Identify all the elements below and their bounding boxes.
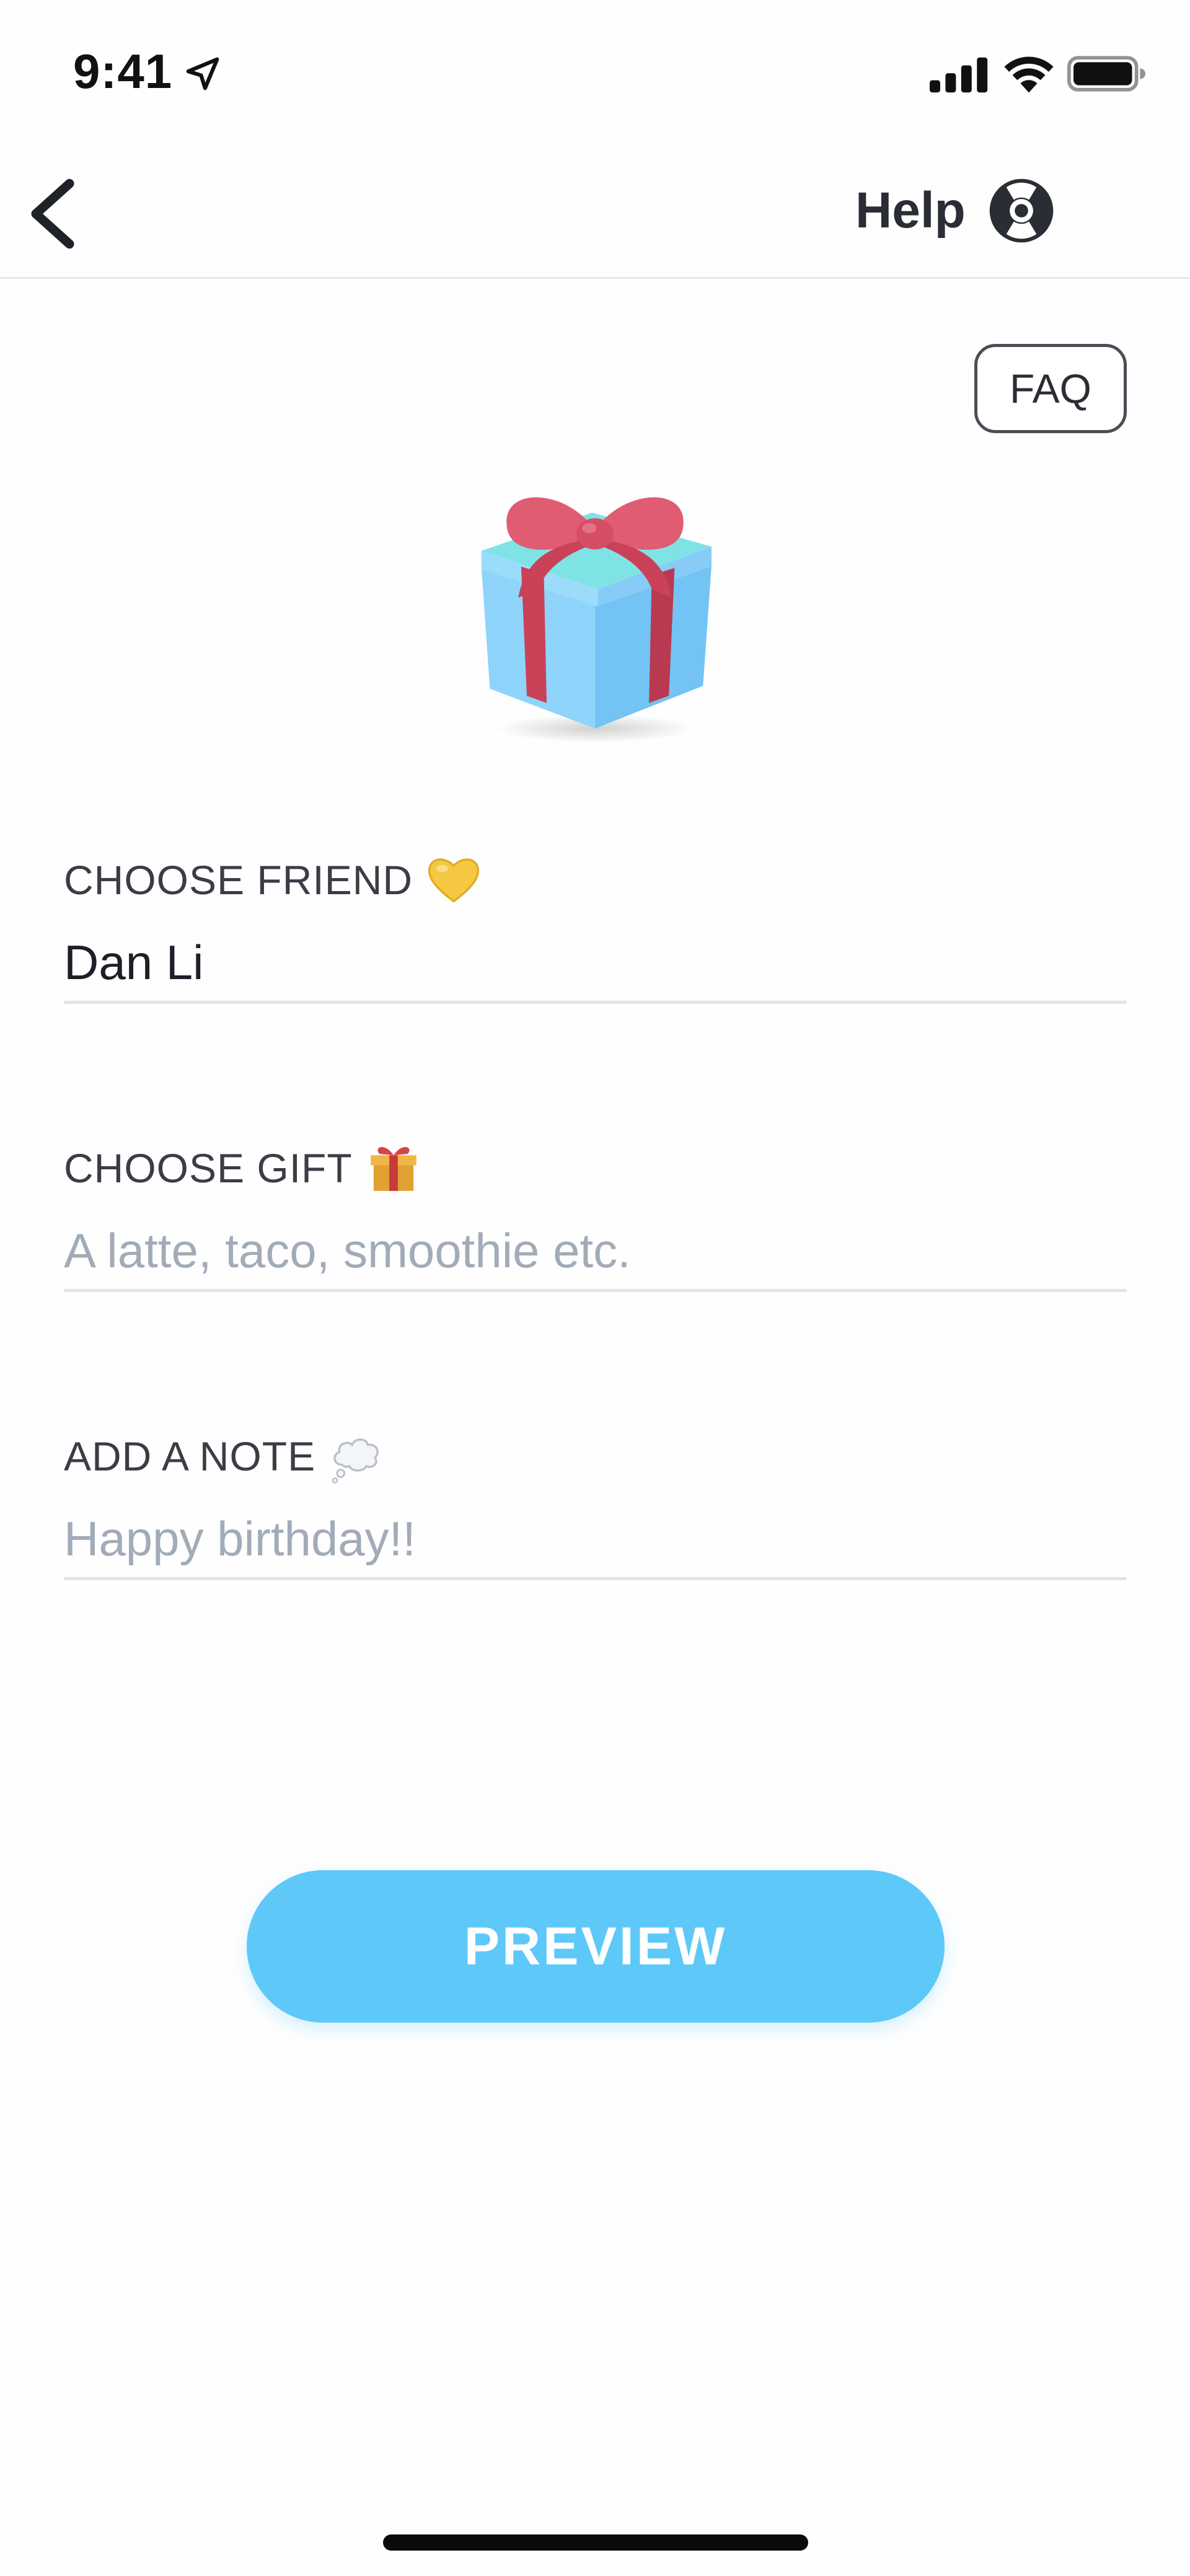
choose-friend-label: CHOOSE FRIEND (64, 849, 1127, 911)
help-button[interactable]: Help (855, 174, 1055, 248)
home-indicator (383, 2534, 808, 2551)
thought-balloon-icon (332, 1438, 379, 1484)
gift-composer-screen: 9:41 Help FAQ CHOOSE FRIEND Dan Li CHOOS… (0, 0, 1190, 2576)
chevron-left-icon (31, 178, 74, 249)
choose-gift-label: CHOOSE GIFT (64, 1137, 1127, 1199)
note-input[interactable] (64, 1512, 1127, 1580)
nav-bar: Help (0, 143, 1190, 279)
lifebuoy-icon (989, 178, 1054, 243)
battery-full-icon (1067, 56, 1145, 92)
cellular-signal-icon (930, 57, 988, 93)
location-arrow-icon (186, 57, 219, 90)
back-button[interactable] (19, 174, 87, 254)
choose-gift-field: CHOOSE GIFT (64, 1137, 1127, 1292)
friend-input[interactable] (64, 936, 1127, 1004)
yellow-heart-icon (428, 858, 480, 903)
add-note-field: ADD A NOTE (64, 1425, 1127, 1580)
choose-gift-label-text: CHOOSE GIFT (64, 1145, 353, 1191)
wrapped-gift-icon (370, 1147, 416, 1191)
preview-button[interactable]: PREVIEW (247, 1870, 945, 2023)
add-note-label-text: ADD A NOTE (64, 1433, 316, 1479)
faq-button[interactable]: FAQ (974, 344, 1127, 433)
help-label: Help (855, 182, 966, 239)
wifi-icon (1004, 56, 1054, 93)
choose-friend-field: CHOOSE FRIEND (64, 849, 1127, 1004)
status-time: 9:41 (73, 44, 173, 99)
gift-input[interactable] (64, 1224, 1127, 1292)
status-bar: 9:41 (0, 0, 1190, 143)
choose-friend-label-text: CHOOSE FRIEND (64, 857, 413, 903)
gift-box-icon (481, 497, 712, 743)
add-note-label: ADD A NOTE (64, 1425, 1127, 1487)
